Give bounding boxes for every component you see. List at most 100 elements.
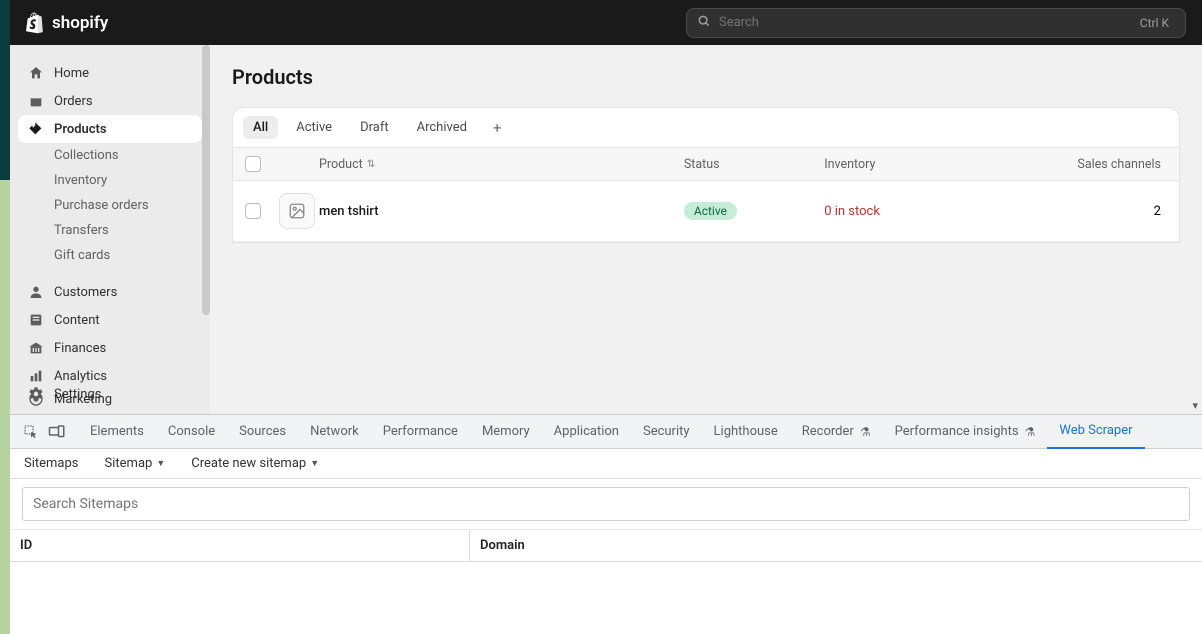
- row-product-name: men tshirt: [319, 204, 379, 219]
- row-channels-cell: 2: [1007, 204, 1167, 219]
- finances-icon: [28, 340, 44, 356]
- search-shortcut: Ctrl K: [1134, 14, 1175, 32]
- select-all-checkbox[interactable]: [245, 156, 261, 172]
- tab-draft[interactable]: Draft: [350, 116, 399, 139]
- subnav-collections[interactable]: Collections: [18, 143, 202, 168]
- devtools-tab-elements[interactable]: Elements: [78, 415, 156, 449]
- row-checkbox-cell: [245, 203, 279, 219]
- row-checkbox[interactable]: [245, 203, 261, 219]
- sidebar-scrollbar[interactable]: [202, 45, 210, 315]
- col-status-header[interactable]: Status: [684, 157, 824, 172]
- th-domain[interactable]: Domain: [470, 530, 1202, 561]
- sidebar-collapse-caret-icon[interactable]: ▾: [1192, 399, 1198, 412]
- sidebar: Home Orders Products Collections Invento…: [10, 45, 210, 414]
- subnav-inventory[interactable]: Inventory: [18, 168, 202, 193]
- caret-down-icon: ▼: [310, 458, 319, 469]
- subtab-sitemaps[interactable]: Sitemaps: [24, 456, 79, 471]
- devtools-tabbar: Elements Console Sources Network Perform…: [10, 415, 1202, 449]
- devtools-tab-web-scraper[interactable]: Web Scraper: [1047, 415, 1144, 449]
- shopify-app: shopify Ctrl K Home Orders Products: [10, 0, 1202, 414]
- orders-icon: [28, 93, 44, 109]
- search-input[interactable]: [719, 15, 1134, 30]
- window-edge-strip-light: [0, 180, 10, 634]
- nav-products[interactable]: Products: [18, 115, 202, 143]
- row-product-name-cell: men tshirt: [319, 204, 684, 219]
- app-body: Home Orders Products Collections Invento…: [10, 45, 1202, 414]
- nav-content[interactable]: Content: [18, 306, 202, 334]
- devtools-tab-console[interactable]: Console: [156, 415, 227, 449]
- subnav-transfers[interactable]: Transfers: [18, 218, 202, 243]
- inspect-element-icon[interactable]: [18, 424, 44, 440]
- nav-finances-label: Finances: [54, 341, 106, 356]
- page-title: Products: [232, 65, 1180, 89]
- caret-down-icon: ▼: [156, 458, 165, 469]
- shopify-bag-icon: [26, 12, 46, 34]
- devtools-panel: Elements Console Sources Network Perform…: [10, 414, 1202, 634]
- devtools-tab-perf-insights-label: Performance insights: [895, 424, 1019, 439]
- sort-icon: ⇅: [367, 159, 375, 170]
- tab-active[interactable]: Active: [286, 116, 342, 139]
- row-inventory-value: 0 in stock: [824, 204, 880, 219]
- search-icon: [697, 13, 711, 32]
- subtab-sitemap-label: Sitemap: [105, 456, 153, 471]
- subtab-sitemap[interactable]: Sitemap▼: [105, 456, 166, 471]
- webscraper-subtabs: Sitemaps Sitemap▼ Create new sitemap▼: [10, 449, 1202, 479]
- devtools-tab-recorder[interactable]: Recorder⚗: [790, 415, 883, 449]
- content-icon: [28, 312, 44, 328]
- nav-products-label: Products: [54, 122, 107, 137]
- devtools-tab-memory[interactable]: Memory: [470, 415, 542, 449]
- status-badge: Active: [684, 202, 737, 220]
- subnav-purchase-orders[interactable]: Purchase orders: [18, 193, 202, 218]
- nav-settings[interactable]: Settings: [18, 380, 202, 408]
- col-checkbox: [245, 156, 279, 172]
- products-icon: [28, 121, 44, 137]
- sitemap-search-wrap: [10, 479, 1202, 530]
- nav-orders[interactable]: Orders: [18, 87, 202, 115]
- nav-finances[interactable]: Finances: [18, 334, 202, 362]
- th-id[interactable]: ID: [10, 530, 470, 561]
- col-channels-header[interactable]: Sales channels: [1007, 157, 1167, 172]
- top-bar: shopify Ctrl K: [10, 0, 1202, 45]
- tab-archived[interactable]: Archived: [407, 116, 477, 139]
- row-thumb-cell: [279, 193, 319, 229]
- flask-icon: ⚗: [860, 425, 871, 439]
- nav-home-label: Home: [54, 66, 89, 81]
- nav-customers[interactable]: Customers: [18, 278, 202, 306]
- table-row[interactable]: men tshirt Active 0 in stock 2: [233, 181, 1179, 242]
- shopify-wordmark: shopify: [52, 13, 108, 33]
- tab-all[interactable]: All: [243, 116, 278, 139]
- products-card: All Active Draft Archived + Product ⇅ St…: [232, 107, 1180, 243]
- row-inventory-cell: 0 in stock: [824, 204, 1006, 219]
- product-tabs: All Active Draft Archived +: [233, 108, 1179, 148]
- nav-home[interactable]: Home: [18, 59, 202, 87]
- tab-add-view[interactable]: +: [485, 117, 510, 139]
- col-product-label: Product: [319, 157, 363, 172]
- devtools-tab-lighthouse[interactable]: Lighthouse: [702, 415, 790, 449]
- global-search[interactable]: Ctrl K: [686, 8, 1186, 38]
- shopify-logo[interactable]: shopify: [26, 12, 108, 34]
- devtools-tab-application[interactable]: Application: [542, 415, 631, 449]
- main-content: Products All Active Draft Archived + Pro…: [210, 45, 1202, 414]
- sitemap-table-header: ID Domain: [10, 530, 1202, 562]
- customers-icon: [28, 284, 44, 300]
- device-toolbar-icon[interactable]: [44, 424, 70, 440]
- nav-content-label: Content: [54, 313, 100, 328]
- table-header: Product ⇅ Status Inventory Sales channel…: [233, 148, 1179, 181]
- product-thumbnail: [279, 193, 315, 229]
- col-inventory-header[interactable]: Inventory: [824, 157, 1006, 172]
- devtools-tab-network[interactable]: Network: [298, 415, 371, 449]
- subtab-create-sitemap[interactable]: Create new sitemap ▼: [191, 456, 319, 471]
- devtools-tab-perf-insights[interactable]: Performance insights ⚗: [883, 415, 1048, 449]
- row-status-cell: Active: [684, 202, 824, 220]
- col-product-header[interactable]: Product ⇅: [319, 157, 684, 172]
- subtab-create-label: Create new sitemap: [191, 456, 306, 471]
- subnav-gift-cards[interactable]: Gift cards: [18, 243, 202, 268]
- nav-settings-label: Settings: [54, 387, 101, 402]
- devtools-tab-sources[interactable]: Sources: [227, 415, 298, 449]
- gear-icon: [28, 386, 44, 402]
- flask-icon: ⚗: [1025, 425, 1036, 439]
- devtools-tab-security[interactable]: Security: [631, 415, 702, 449]
- devtools-tab-performance[interactable]: Performance: [371, 415, 470, 449]
- sitemap-search-input[interactable]: [22, 487, 1190, 521]
- nav-customers-label: Customers: [54, 285, 117, 300]
